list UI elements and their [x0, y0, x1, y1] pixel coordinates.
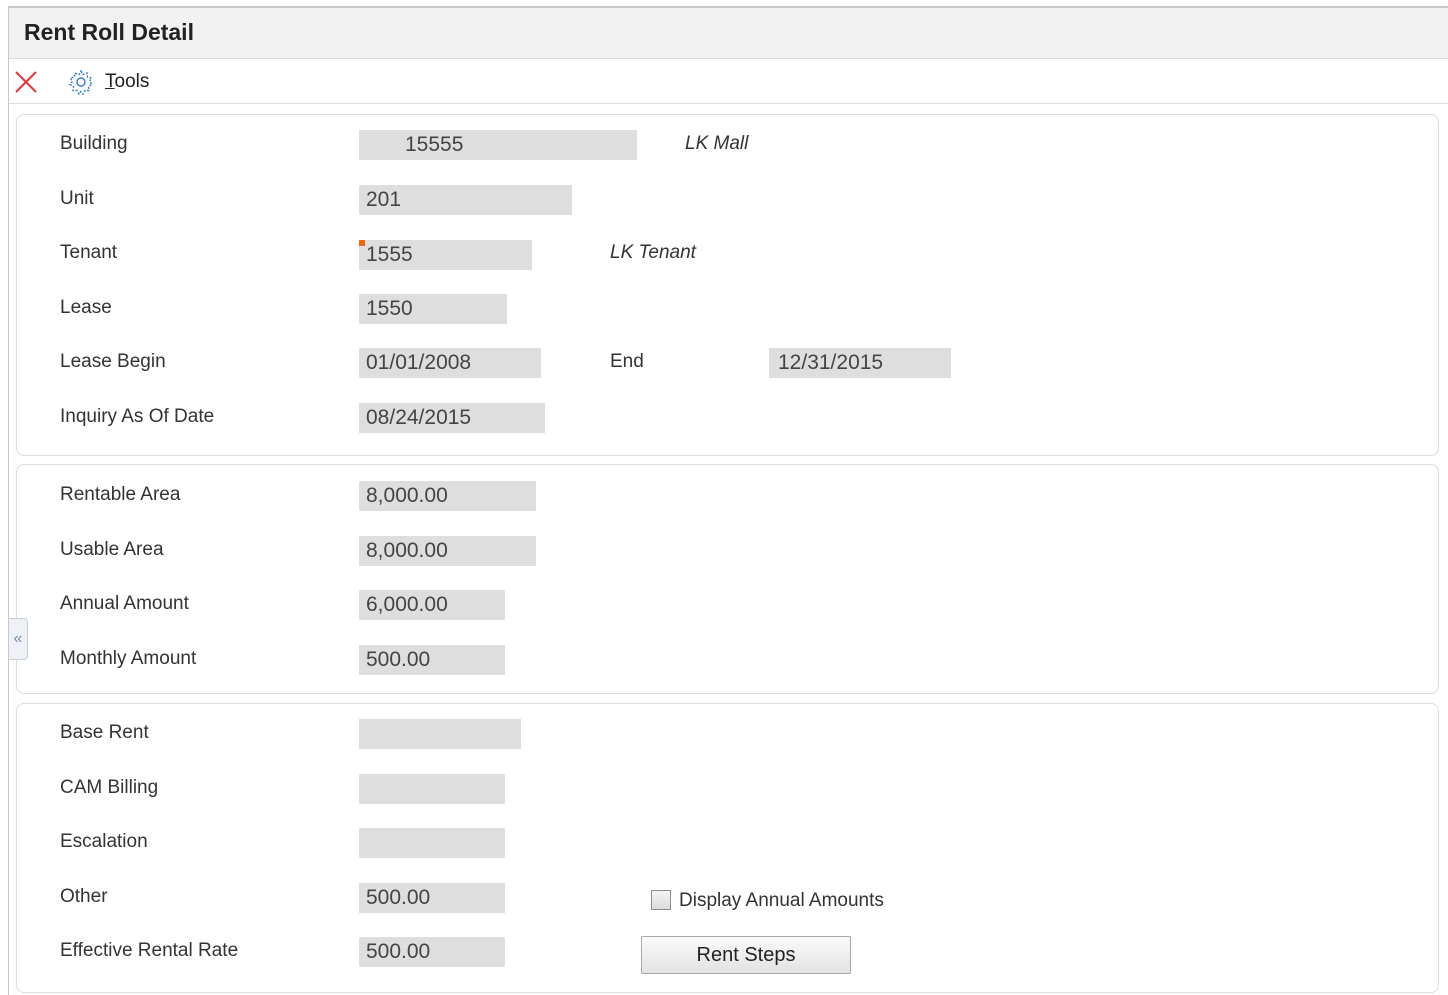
lease-label: Lease	[60, 297, 112, 318]
cam-billing-label: CAM Billing	[60, 777, 159, 798]
annual-amount-field[interactable]: 6,000.00	[359, 590, 505, 620]
monthly-amount-label: Monthly Amount	[60, 648, 197, 669]
inquiry-date-label: Inquiry As Of Date	[60, 406, 215, 427]
building-field[interactable]: 15555	[359, 130, 637, 160]
gear-icon	[68, 69, 94, 96]
lease-begin-field[interactable]: 01/01/2008	[359, 348, 541, 378]
area-panel	[16, 464, 1439, 694]
usable-area-field[interactable]: 8,000.00	[359, 536, 536, 566]
tools-label: Tools	[105, 71, 150, 92]
end-field[interactable]: 12/31/2015	[769, 348, 951, 378]
toolbar: Tools	[9, 59, 1448, 104]
tenant-description: LK Tenant	[610, 242, 696, 263]
rentable-area-label: Rentable Area	[60, 484, 181, 505]
required-indicator	[359, 240, 365, 246]
lease-field[interactable]: 1550	[359, 294, 507, 324]
sidebar-collapse-toggle[interactable]: «	[9, 618, 28, 660]
tools-button[interactable]: Tools	[67, 68, 149, 96]
other-label: Other	[60, 886, 108, 907]
lease-begin-label: Lease Begin	[60, 351, 166, 372]
monthly-amount-field[interactable]: 500.00	[359, 645, 505, 675]
rent-steps-button[interactable]: Rent Steps	[641, 936, 851, 974]
base-rent-label: Base Rent	[60, 722, 149, 743]
building-label: Building	[60, 133, 128, 154]
building-description: LK Mall	[685, 133, 749, 154]
tenant-label: Tenant	[60, 242, 118, 263]
unit-field[interactable]: 201	[359, 185, 572, 215]
close-icon	[15, 71, 37, 93]
escalation-label: Escalation	[60, 831, 148, 852]
base-rent-field[interactable]	[359, 719, 521, 749]
window-border-left	[8, 6, 9, 995]
end-label: End	[610, 351, 644, 372]
tenant-value: 1555	[366, 243, 413, 266]
page-title: Rent Roll Detail	[24, 19, 194, 45]
annual-amount-label: Annual Amount	[60, 593, 189, 614]
tenant-field[interactable]: 1555	[359, 240, 532, 270]
effective-rate-field[interactable]: 500.00	[359, 937, 505, 967]
cam-billing-field[interactable]	[359, 774, 505, 804]
header-panel	[16, 114, 1439, 456]
close-button[interactable]	[13, 69, 39, 95]
title-bar: Rent Roll Detail	[9, 8, 1448, 59]
unit-label: Unit	[60, 188, 94, 209]
inquiry-date-field[interactable]: 08/24/2015	[359, 403, 545, 433]
other-field[interactable]: 500.00	[359, 883, 505, 913]
rentable-area-field[interactable]: 8,000.00	[359, 481, 536, 511]
escalation-field[interactable]	[359, 828, 505, 858]
effective-rate-label: Effective Rental Rate	[60, 940, 239, 961]
display-annual-checkbox[interactable]	[651, 890, 671, 910]
usable-area-label: Usable Area	[60, 539, 164, 560]
display-annual-label: Display Annual Amounts	[679, 890, 884, 911]
